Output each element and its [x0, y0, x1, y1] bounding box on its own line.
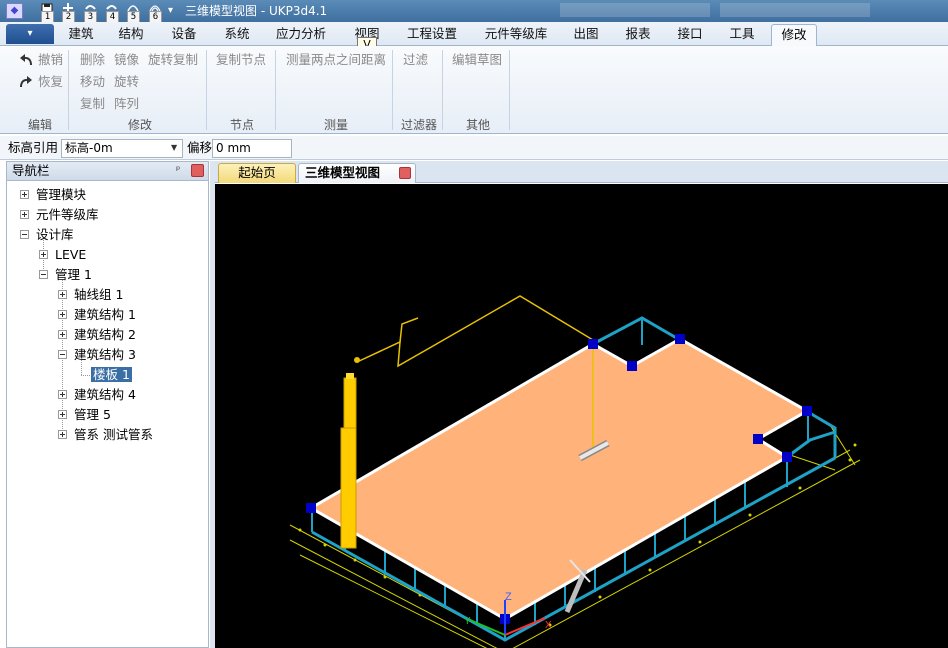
tree-collapser[interactable]: [39, 270, 48, 279]
group-separator: [68, 50, 69, 130]
doc-tab-3d-view-label: 三维模型视图: [305, 165, 381, 180]
3d-viewport[interactable]: Z Y X: [215, 184, 948, 648]
tree-connector: [81, 375, 90, 376]
tree-node-structure-3[interactable]: 建筑结构 3: [74, 346, 136, 363]
quick-save-button[interactable]: 1: [38, 2, 56, 23]
tree-node-management-module[interactable]: 管理模块: [36, 186, 86, 203]
tab-structure[interactable]: 结构: [112, 24, 150, 45]
chevron-down-icon: ▾: [27, 28, 33, 39]
group-label-node: 节点: [229, 118, 254, 132]
quick-access-more-icon[interactable]: ▾: [168, 4, 178, 18]
tree-expander[interactable]: [39, 250, 48, 259]
pin-icon[interactable]: ᵖ: [176, 165, 180, 177]
tab-interface[interactable]: 接口: [671, 24, 709, 45]
tab-stress-analysis[interactable]: 应力分析: [270, 24, 332, 45]
edit-sketch-button[interactable]: 编辑草图: [452, 52, 502, 68]
background-window-tab: [560, 3, 710, 17]
move-button[interactable]: 移动: [80, 74, 105, 90]
vertical-pipe-upper: [343, 377, 357, 431]
quick-undo-button[interactable]: 3: [81, 2, 99, 23]
tree-expander[interactable]: [58, 310, 67, 319]
group-separator: [206, 50, 207, 130]
offset-label: 偏移: [187, 140, 213, 155]
tab-project-settings[interactable]: 工程设置: [401, 24, 463, 45]
tree-expander[interactable]: [58, 390, 67, 399]
group-separator: [509, 50, 510, 130]
tree-collapser[interactable]: [58, 350, 67, 359]
tree-collapser[interactable]: [20, 230, 29, 239]
tree-node-component-library[interactable]: 元件等级库: [36, 206, 99, 223]
dropdown-arrow-icon[interactable]: ▼: [171, 141, 177, 155]
tree-node-structure-2[interactable]: 建筑结构 2: [74, 326, 136, 343]
quick-view-rotate-button[interactable]: 6: [146, 2, 164, 23]
app-menu-button[interactable]: ▾: [6, 24, 54, 44]
array-button[interactable]: 阵列: [114, 96, 139, 112]
tree-node-slab-1[interactable]: 楼板 1: [91, 366, 132, 383]
group-label-measure: 测量: [323, 118, 348, 132]
group-label-other: 其他: [465, 118, 490, 132]
tree-node-structure-1[interactable]: 建筑结构 1: [74, 306, 136, 323]
tab-equipment[interactable]: 设备: [165, 24, 203, 45]
delete-button[interactable]: 删除: [80, 52, 105, 68]
tree-expander[interactable]: [58, 290, 67, 299]
offset-input[interactable]: 0 mm: [212, 139, 292, 158]
quick-new-button[interactable]: 2: [59, 2, 77, 23]
group-separator: [392, 50, 393, 130]
elevation-select[interactable]: 标高-0m: [61, 139, 183, 158]
tree-node-design-library[interactable]: 设计库: [36, 226, 74, 243]
tree-node-piping-system[interactable]: 管系 测试管系: [74, 426, 153, 443]
pipe-end-marker: [354, 357, 360, 363]
doc-tab-start-page[interactable]: 起始页: [218, 163, 296, 183]
filter-button[interactable]: 过滤: [403, 52, 428, 68]
mirror-button[interactable]: 镜像: [114, 52, 139, 68]
tree-node-leve[interactable]: LEVE: [55, 246, 86, 263]
close-panel-icon[interactable]: [191, 164, 204, 177]
elevation-reference-label: 标高引用: [8, 140, 59, 155]
close-tab-icon[interactable]: [399, 167, 411, 179]
rotate-copy-button[interactable]: 旋转复制: [148, 52, 198, 68]
vertical-pipe-cap: [346, 373, 354, 379]
copy-node-button[interactable]: 复制节点: [216, 52, 266, 68]
tree-expander[interactable]: [20, 210, 29, 219]
background-window-tab: [720, 3, 870, 17]
tree-node-axis-group-1[interactable]: 轴线组 1: [74, 286, 123, 303]
tab-drawing[interactable]: 出图: [567, 24, 605, 45]
tab-report[interactable]: 报表: [619, 24, 657, 45]
undo-icon: [20, 54, 32, 66]
tree-node-structure-4[interactable]: 建筑结构 4: [74, 386, 136, 403]
tree-node-label: 楼板 1: [91, 367, 132, 382]
group-label-edit: 编辑: [27, 118, 52, 132]
vertical-pipe-lower: [340, 427, 357, 549]
tree-node-management-1[interactable]: 管理 1: [55, 266, 92, 283]
quick-view-button[interactable]: 5: [124, 2, 142, 23]
axis-label-z: Z: [505, 591, 512, 603]
tab-tools[interactable]: 工具: [723, 24, 761, 45]
redo-icon: [20, 76, 32, 88]
tab-architecture[interactable]: 建筑: [62, 24, 100, 45]
tree-node-management-5[interactable]: 管理 5: [74, 406, 111, 423]
tree-expander[interactable]: [58, 330, 67, 339]
measure-distance-button[interactable]: 测量两点之间距离: [286, 52, 386, 68]
axis-label-x: X: [545, 620, 552, 631]
tab-modify[interactable]: 修改: [771, 24, 817, 46]
group-label-modify: 修改: [127, 118, 152, 132]
tab-system[interactable]: 系统: [218, 24, 256, 45]
axis-label-y: Y: [464, 616, 471, 627]
quick-redo-button[interactable]: 4: [103, 2, 121, 23]
navigation-panel-title: 导航栏: [12, 163, 50, 178]
tab-component-library[interactable]: 元件等级库: [478, 24, 554, 45]
window-title: 三维模型视图 - UKP3d4.1: [185, 4, 328, 18]
group-separator: [275, 50, 276, 130]
tree-expander[interactable]: [58, 430, 67, 439]
tree-expander[interactable]: [58, 410, 67, 419]
copy-button[interactable]: 复制: [80, 96, 105, 112]
3d-scene: Z Y X: [289, 295, 861, 648]
tree-expander[interactable]: [20, 190, 29, 199]
group-separator: [442, 50, 443, 130]
rotate-button[interactable]: 旋转: [114, 74, 139, 90]
app-logo-icon[interactable]: ◆: [6, 3, 23, 19]
group-label-filter: 过滤器: [400, 118, 437, 132]
